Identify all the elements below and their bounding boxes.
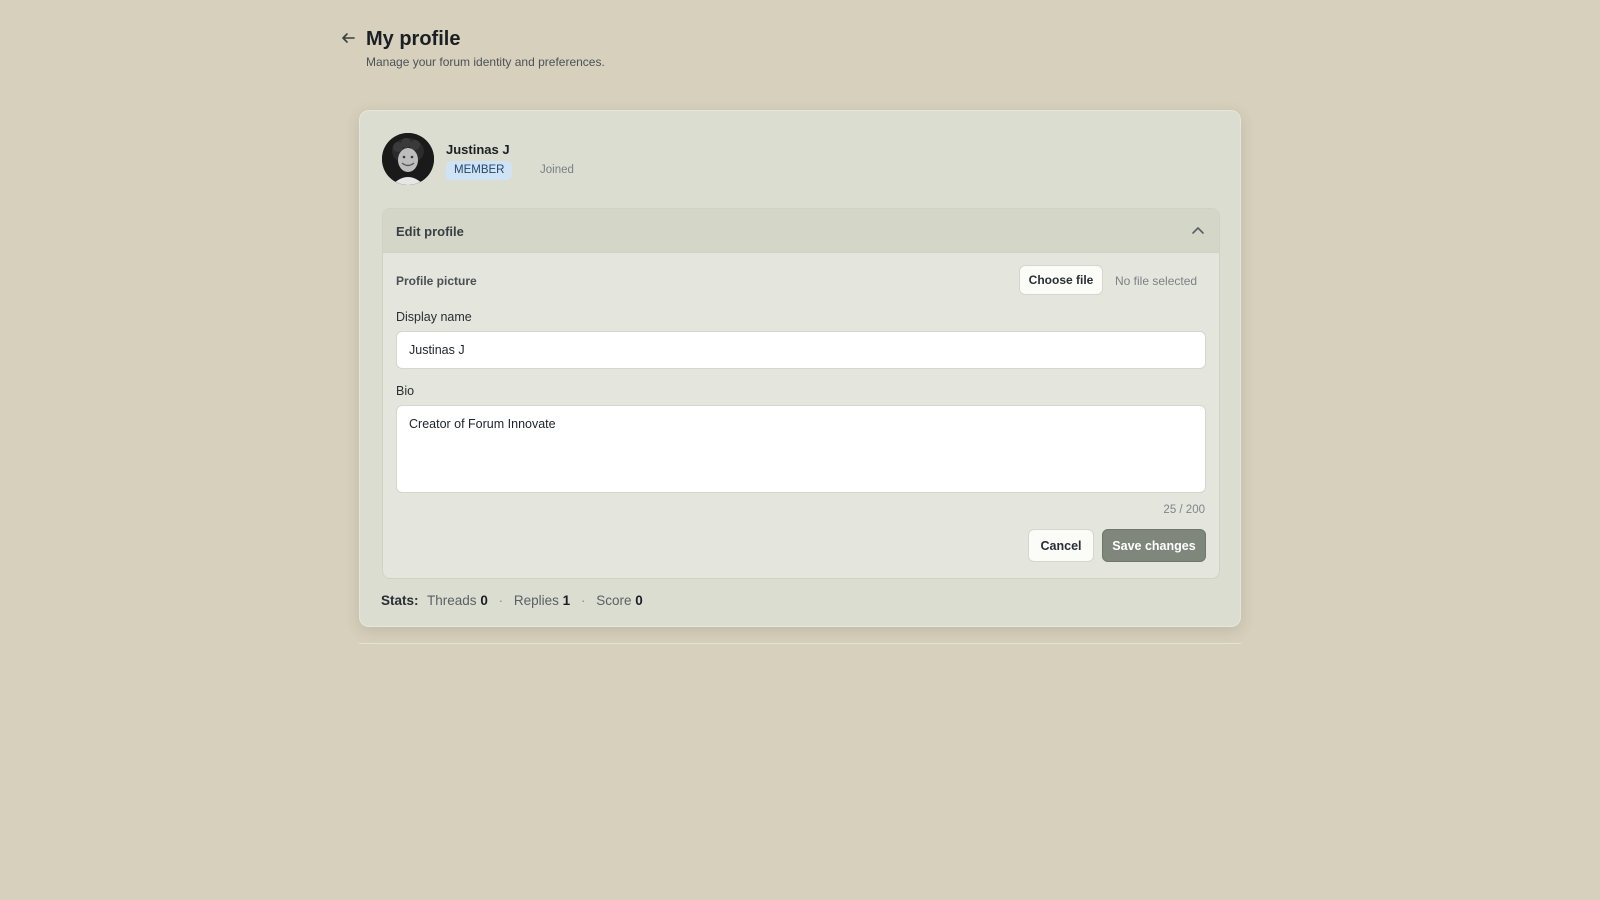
stats-label: Stats: bbox=[381, 593, 419, 608]
edit-profile-title: Edit profile bbox=[396, 224, 464, 239]
avatar bbox=[382, 133, 434, 185]
save-changes-button[interactable]: Save changes bbox=[1102, 529, 1206, 562]
edit-profile-toggle[interactable]: Edit profile bbox=[383, 209, 1219, 253]
file-status: No file selected bbox=[1115, 274, 1198, 288]
joined-text: Joined bbox=[540, 164, 574, 176]
threads-label: Threads bbox=[427, 593, 477, 608]
stats-separator: · bbox=[580, 593, 586, 608]
user-name: Justinas J bbox=[446, 142, 510, 157]
profile-card: Justinas J MEMBER Joined Edit profile Pr… bbox=[359, 110, 1241, 627]
bio-textarea[interactable]: Creator of Forum Innovate bbox=[396, 405, 1206, 493]
bio-char-count: 25 / 200 bbox=[1163, 504, 1205, 516]
threads-count: 0 bbox=[480, 593, 488, 608]
stats-separator: · bbox=[498, 593, 504, 608]
choose-file-button[interactable]: Choose file bbox=[1019, 265, 1103, 295]
page-subtitle: Manage your forum identity and preferenc… bbox=[366, 55, 605, 69]
display-name-label: Display name bbox=[396, 310, 472, 324]
divider bbox=[359, 643, 1241, 644]
score-count: 0 bbox=[635, 593, 643, 608]
avatar-portrait-icon bbox=[382, 133, 434, 185]
display-name-input[interactable] bbox=[396, 331, 1206, 369]
stats-row: Stats: Threads 0 · Replies 1 · Score 0 bbox=[381, 593, 643, 608]
profile-picture-label: Profile picture bbox=[396, 274, 477, 288]
edit-profile-panel: Edit profile Profile picture Choose file… bbox=[382, 208, 1220, 579]
score-label: Score bbox=[596, 593, 632, 608]
chevron-up-icon bbox=[1192, 227, 1204, 234]
bio-label: Bio bbox=[396, 384, 415, 398]
replies-count: 1 bbox=[562, 593, 571, 608]
back-arrow-icon[interactable] bbox=[340, 30, 356, 46]
replies-label: Replies bbox=[513, 593, 559, 608]
page-title: My profile bbox=[366, 28, 461, 50]
cancel-button[interactable]: Cancel bbox=[1028, 529, 1094, 562]
role-badge: MEMBER bbox=[446, 161, 513, 180]
